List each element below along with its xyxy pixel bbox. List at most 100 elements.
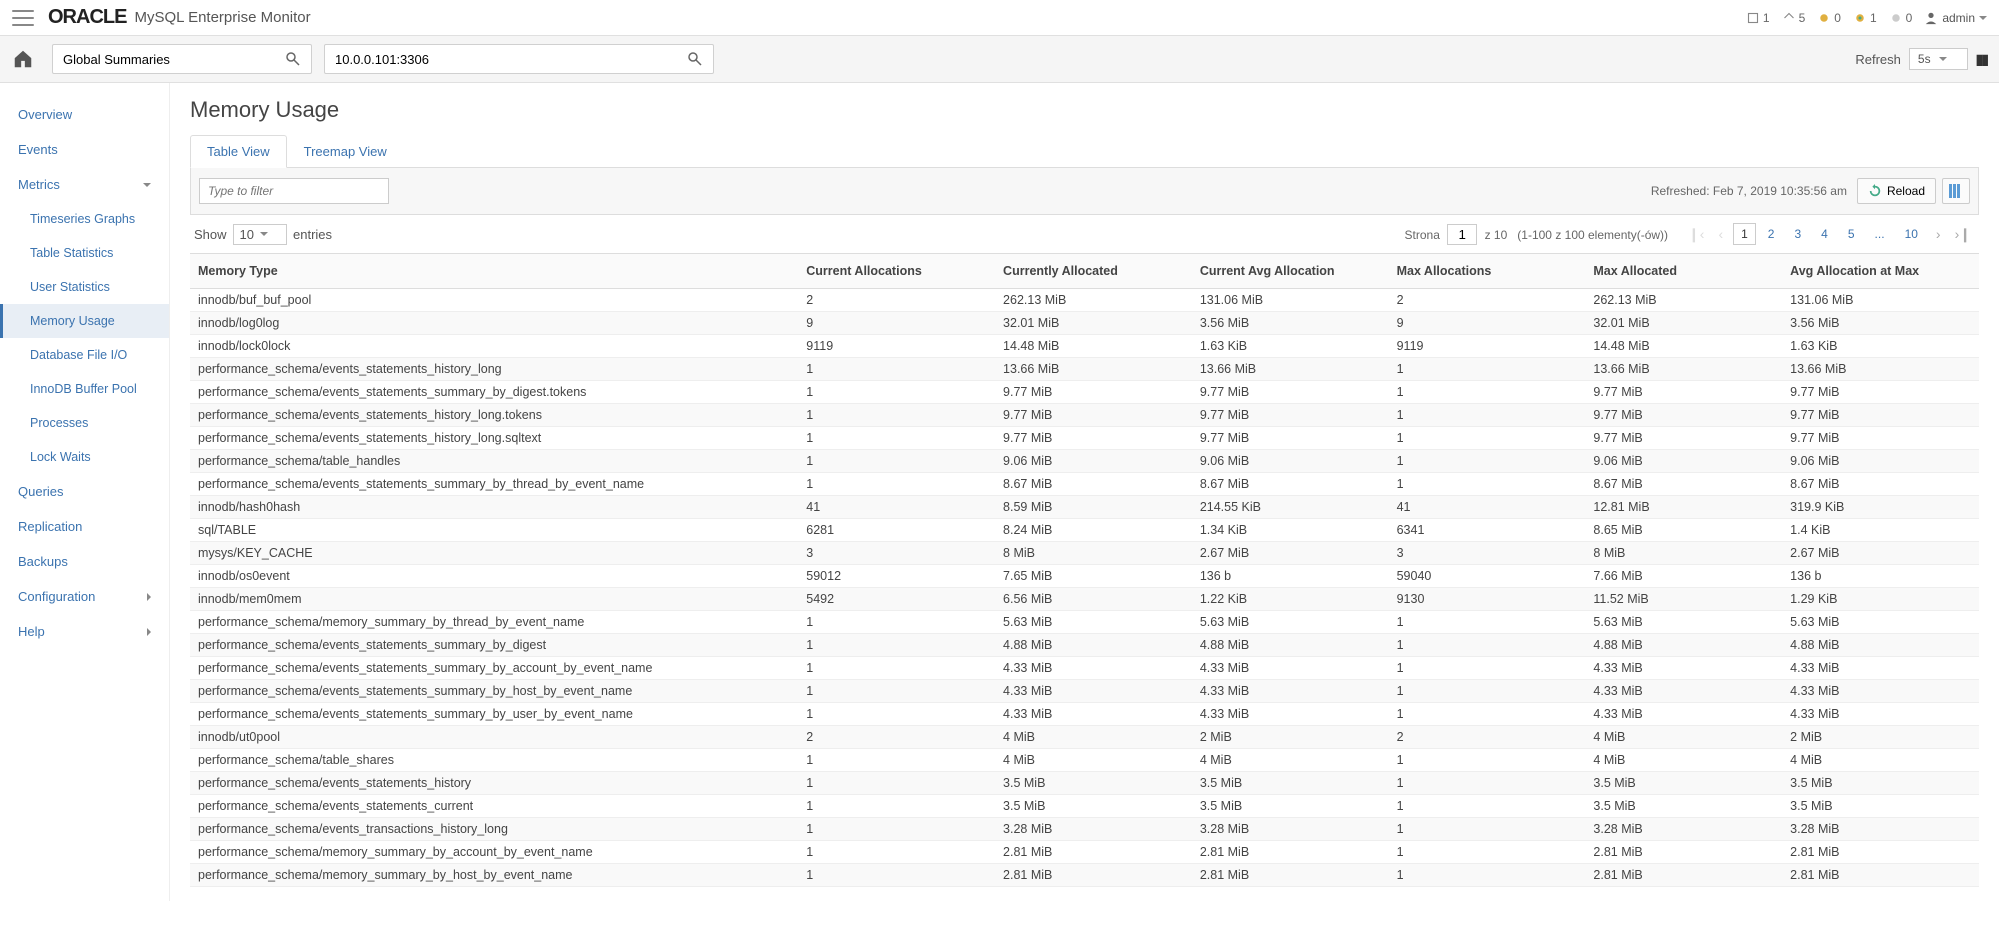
user-name: admin	[1942, 11, 1975, 25]
page-prev[interactable]: ‹	[1714, 226, 1727, 242]
table-row[interactable]: performance_schema/events_statements_his…	[190, 404, 1979, 427]
table-row[interactable]: mysys/KEY_CACHE38 MiB2.67 MiB38 MiB2.67 …	[190, 542, 1979, 565]
refresh-interval-select[interactable]: 5s	[1909, 48, 1968, 70]
table-body: innodb/buf_buf_pool2262.13 MiB131.06 MiB…	[190, 289, 1979, 887]
table-row[interactable]: performance_schema/memory_summary_by_hos…	[190, 864, 1979, 887]
table-row[interactable]: performance_schema/events_statements_his…	[190, 358, 1979, 381]
sidebar-item-replication[interactable]: Replication	[0, 509, 169, 544]
hamburger-icon[interactable]	[12, 10, 34, 26]
page-link[interactable]: ...	[1867, 223, 1893, 245]
sidebar-item-processes[interactable]: Processes	[0, 406, 169, 440]
page-link[interactable]: 5	[1840, 223, 1863, 245]
sidebar-item-innodb-bp[interactable]: InnoDB Buffer Pool	[0, 372, 169, 406]
table-header[interactable]: Current Avg Allocation	[1192, 254, 1389, 289]
sidebar-item-user-stats[interactable]: User Statistics	[0, 270, 169, 304]
table-row[interactable]: performance_schema/memory_summary_by_thr…	[190, 611, 1979, 634]
home-icon[interactable]	[12, 48, 34, 70]
page-first[interactable]: ❙‹	[1684, 226, 1708, 243]
table-cell: 8.67 MiB	[1192, 473, 1389, 496]
table-row[interactable]: innodb/lock0lock911914.48 MiB1.63 KiB911…	[190, 335, 1979, 358]
page-link[interactable]: 2	[1760, 223, 1783, 245]
table-row[interactable]: sql/TABLE62818.24 MiB1.34 KiB63418.65 Mi…	[190, 519, 1979, 542]
table-row[interactable]: innodb/ut0pool24 MiB2 MiB24 MiB2 MiB	[190, 726, 1979, 749]
page-next[interactable]: ›	[1932, 226, 1945, 242]
sidebar-item-timeseries[interactable]: Timeseries Graphs	[0, 202, 169, 236]
sidebar-item-overview[interactable]: Overview	[0, 97, 169, 132]
page-last[interactable]: ›❙	[1951, 226, 1975, 243]
host-search-input[interactable]	[335, 52, 687, 67]
show-entries-select[interactable]: 10	[233, 224, 287, 245]
table-row[interactable]: innodb/buf_buf_pool2262.13 MiB131.06 MiB…	[190, 289, 1979, 312]
user-menu[interactable]: admin	[1924, 11, 1987, 25]
search-icon[interactable]	[285, 51, 301, 67]
table-row[interactable]: innodb/mem0mem54926.56 MiB1.22 KiB913011…	[190, 588, 1979, 611]
table-header[interactable]: Max Allocations	[1389, 254, 1586, 289]
tab-treemap-view[interactable]: Treemap View	[287, 135, 404, 167]
table-header[interactable]: Currently Allocated	[995, 254, 1192, 289]
sidebar-item-memory-usage[interactable]: Memory Usage	[0, 304, 169, 338]
table-header[interactable]: Max Allocated	[1585, 254, 1782, 289]
table-cell: performance_schema/events_statements_sum…	[190, 634, 798, 657]
table-row[interactable]: innodb/os0event590127.65 MiB136 b590407.…	[190, 565, 1979, 588]
table-row[interactable]: performance_schema/table_handles19.06 Mi…	[190, 450, 1979, 473]
tab-table-view[interactable]: Table View	[190, 135, 287, 168]
table-row[interactable]: performance_schema/events_statements_cur…	[190, 795, 1979, 818]
chevron-right-icon	[147, 628, 151, 636]
table-row[interactable]: performance_schema/events_statements_sum…	[190, 703, 1979, 726]
reload-button[interactable]: Reload	[1857, 178, 1936, 204]
table-cell: 6281	[798, 519, 995, 542]
sidebar-item-configuration[interactable]: Configuration	[0, 579, 169, 614]
table-cell: 1	[798, 749, 995, 772]
table-cell: 1	[798, 818, 995, 841]
table-cell: 8 MiB	[995, 542, 1192, 565]
sidebar-item-lock-waits[interactable]: Lock Waits	[0, 440, 169, 474]
page-input[interactable]	[1447, 224, 1477, 245]
sidebar-item-table-stats[interactable]: Table Statistics	[0, 236, 169, 270]
table-row[interactable]: performance_schema/events_transactions_h…	[190, 818, 1979, 841]
table-cell: 5.63 MiB	[1192, 611, 1389, 634]
table-cell: 3.5 MiB	[995, 772, 1192, 795]
sidebar-item-help[interactable]: Help	[0, 614, 169, 649]
table-row[interactable]: performance_schema/events_statements_sum…	[190, 473, 1979, 496]
host-search[interactable]	[324, 44, 714, 74]
page-link[interactable]: 1	[1733, 223, 1756, 245]
range-label: (1-100 z 100 elementy(-ów))	[1517, 228, 1668, 242]
filter-input[interactable]	[199, 178, 389, 204]
table-row[interactable]: performance_schema/events_statements_sum…	[190, 381, 1979, 404]
table-cell: 2	[1389, 726, 1586, 749]
page-link[interactable]: 3	[1786, 223, 1809, 245]
columns-button[interactable]	[1942, 178, 1970, 204]
page-link[interactable]: 10	[1897, 223, 1926, 245]
page-link[interactable]: 4	[1813, 223, 1836, 245]
table-header[interactable]: Current Allocations	[798, 254, 995, 289]
table-cell: 4.33 MiB	[1585, 703, 1782, 726]
table-row[interactable]: innodb/hash0hash418.59 MiB214.55 KiB4112…	[190, 496, 1979, 519]
status-yellow: 0	[1817, 11, 1841, 25]
table-row[interactable]: performance_schema/table_shares14 MiB4 M…	[190, 749, 1979, 772]
sidebar-item-metrics[interactable]: Metrics	[0, 167, 169, 202]
table-header[interactable]: Avg Allocation at Max	[1782, 254, 1979, 289]
sidebar-item-queries[interactable]: Queries	[0, 474, 169, 509]
context-search[interactable]	[52, 44, 312, 74]
table-cell: 13.66 MiB	[1585, 358, 1782, 381]
sidebar-item-file-io[interactable]: Database File I/O	[0, 338, 169, 372]
table-cell: 1	[1389, 427, 1586, 450]
entries-label: entries	[293, 227, 332, 242]
table-row[interactable]: performance_schema/events_statements_his…	[190, 772, 1979, 795]
table-row[interactable]: performance_schema/events_statements_sum…	[190, 680, 1979, 703]
table-cell: 6.56 MiB	[995, 588, 1192, 611]
sidebar-item-backups[interactable]: Backups	[0, 544, 169, 579]
table-cell: 1	[1389, 680, 1586, 703]
context-search-input[interactable]	[63, 52, 285, 67]
table-header[interactable]: Memory Type	[190, 254, 798, 289]
table-row[interactable]: performance_schema/events_statements_sum…	[190, 657, 1979, 680]
table-cell: 4.88 MiB	[995, 634, 1192, 657]
table-row[interactable]: performance_schema/events_statements_his…	[190, 427, 1979, 450]
table-cell: 9.77 MiB	[1585, 404, 1782, 427]
search-icon[interactable]	[687, 51, 703, 67]
table-row[interactable]: performance_schema/events_statements_sum…	[190, 634, 1979, 657]
table-row[interactable]: performance_schema/memory_summary_by_acc…	[190, 841, 1979, 864]
sidebar-item-events[interactable]: Events	[0, 132, 169, 167]
table-row[interactable]: innodb/log0log932.01 MiB3.56 MiB932.01 M…	[190, 312, 1979, 335]
pause-button[interactable]: ▮▮	[1976, 51, 1987, 68]
